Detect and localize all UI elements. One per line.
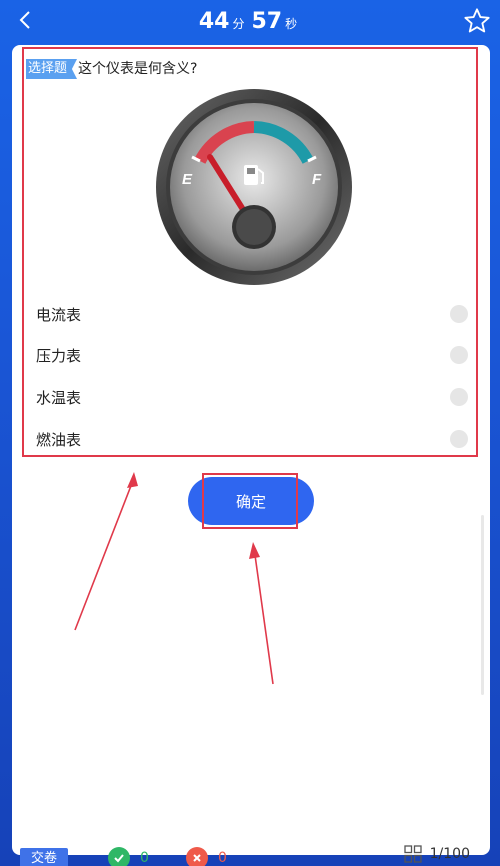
option-label: 水温表	[36, 388, 82, 407]
option-3[interactable]: 水温表	[36, 382, 468, 412]
option-label: 燃油表	[36, 430, 82, 449]
confirm-button[interactable]: 确定	[188, 477, 314, 525]
option-4[interactable]: 燃油表	[36, 424, 468, 454]
wrong-counter: 0	[186, 847, 227, 866]
submit-exam-button[interactable]: 交卷	[20, 848, 68, 866]
option-radio[interactable]	[450, 305, 468, 323]
fuel-gauge-image: E F	[156, 89, 352, 285]
check-icon	[108, 847, 130, 866]
question-highlight-box: 选择题 这个仪表是何含义? E F 电流表 压力表 水温表 燃油表	[22, 47, 478, 457]
gauge-full-label: F	[312, 171, 322, 188]
footer-bar: 交卷 0 0 1/100	[12, 835, 490, 866]
option-label: 压力表	[36, 346, 82, 365]
option-1[interactable]: 电流表	[36, 299, 468, 329]
question-card: 选择题 这个仪表是何含义? E F 电流表 压力表 水温表 燃油表 确定 交卷 …	[12, 45, 490, 866]
header-bar: 44 分 57 秒	[0, 0, 500, 42]
question-progress[interactable]: 1/100	[403, 845, 470, 863]
timer-minutes: 44	[198, 8, 230, 34]
option-radio[interactable]	[450, 346, 468, 364]
timer-seconds-unit: 秒	[285, 16, 298, 31]
timer-seconds: 57	[251, 8, 283, 34]
correct-count: 0	[140, 850, 149, 866]
gauge-empty-label: E	[182, 171, 193, 188]
scrollbar[interactable]	[481, 515, 484, 695]
option-2[interactable]: 压力表	[36, 340, 468, 370]
favorite-button[interactable]	[462, 6, 492, 36]
question-type-tag: 选择题	[26, 59, 78, 79]
question-text: 这个仪表是何含义?	[78, 61, 198, 77]
chevron-left-icon	[19, 11, 30, 29]
back-button[interactable]	[14, 8, 36, 32]
option-radio[interactable]	[450, 430, 468, 448]
progress-text: 1/100	[429, 846, 470, 862]
confirm-button-label: 确定	[235, 492, 266, 511]
correct-counter: 0	[108, 847, 149, 866]
option-label: 电流表	[36, 305, 82, 324]
timer-minutes-unit: 分	[232, 16, 245, 31]
countdown-timer: 44 分 57 秒	[199, 9, 301, 34]
wrong-count: 0	[218, 850, 227, 866]
cross-icon	[186, 847, 208, 866]
star-icon	[464, 8, 490, 33]
option-radio[interactable]	[450, 388, 468, 406]
grid-icon	[403, 845, 422, 863]
